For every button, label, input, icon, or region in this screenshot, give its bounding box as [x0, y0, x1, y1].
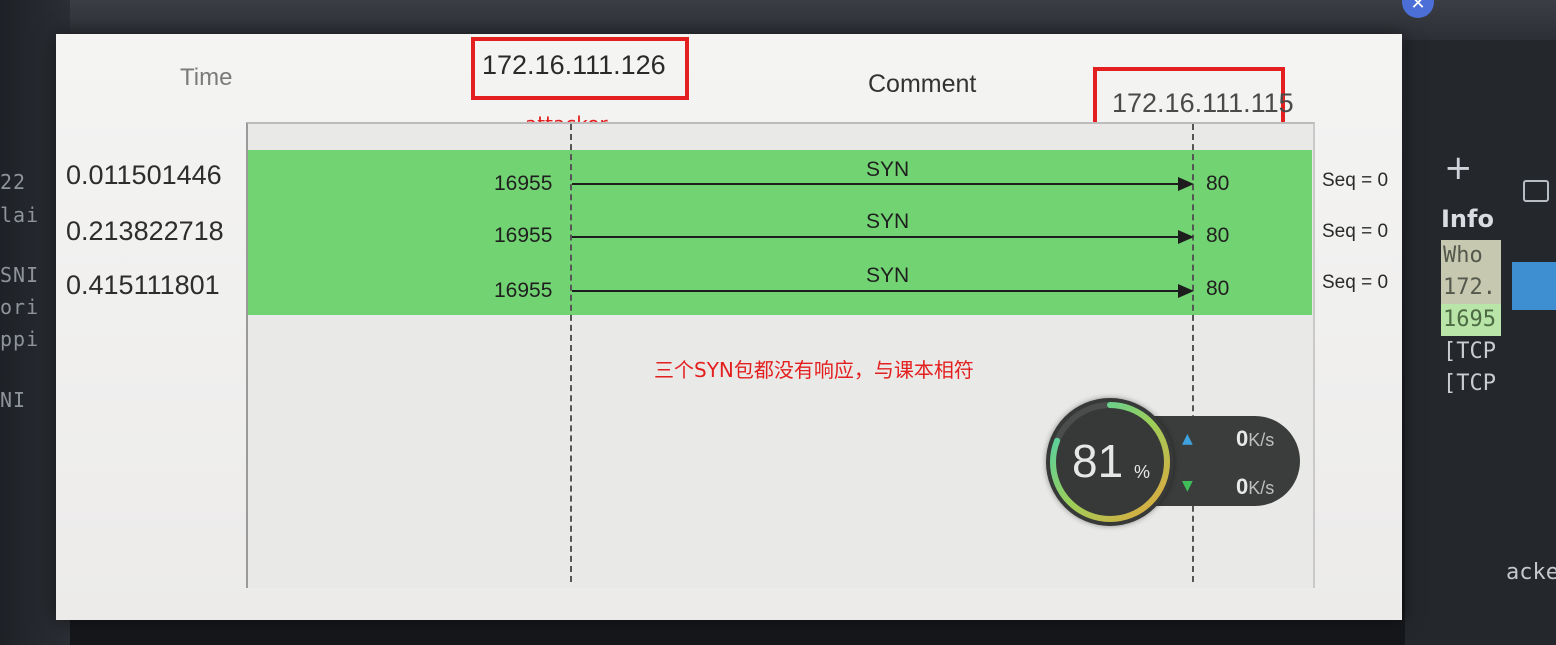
upload-speed: 0K/s — [1236, 426, 1274, 452]
time-column-header: Time — [180, 64, 233, 91]
annotation-note: 三个SYN包都没有响应，与课本相符 — [654, 358, 974, 382]
gauge-percent: 81 — [1072, 435, 1124, 487]
flag-label: SYN — [866, 210, 910, 233]
background-text: lai — [0, 203, 40, 227]
upload-arrow-icon: ▲ — [1182, 431, 1193, 447]
upload-speed-value: 0 — [1236, 426, 1249, 451]
download-arrow-icon: ▼ — [1182, 478, 1193, 494]
monitor-icon[interactable] — [1523, 180, 1549, 202]
download-speed-value: 0 — [1236, 474, 1249, 499]
download-speed-unit: K/s — [1248, 478, 1275, 498]
destination-port: 80 — [1206, 277, 1230, 300]
background-text: ori — [0, 295, 40, 319]
list-item[interactable]: [TCP — [1441, 368, 1501, 400]
row-time[interactable]: 0.213822718 — [66, 216, 224, 247]
packet-arrow[interactable] — [572, 290, 1180, 292]
arrow-head-icon — [1178, 284, 1194, 298]
selection-highlight — [1512, 262, 1556, 310]
row-time[interactable]: 0.415111801 — [66, 270, 220, 301]
source-port: 16955 — [494, 279, 553, 302]
add-icon[interactable]: + — [1444, 148, 1473, 188]
gauge-percent-unit: % — [1134, 462, 1151, 482]
row-comment: Seq = 0 — [1322, 170, 1389, 191]
row-time[interactable]: 0.011501446 — [66, 160, 222, 191]
list-item[interactable]: 1695 — [1441, 304, 1501, 336]
attacker-ip-header: 172.16.111.126 — [482, 50, 666, 80]
download-speed: 0K/s — [1236, 474, 1274, 500]
background-text: acke — [1506, 560, 1556, 585]
arrow-head-icon — [1178, 177, 1194, 191]
source-port: 16955 — [494, 172, 553, 195]
flag-label: SYN — [866, 158, 910, 181]
list-item[interactable]: [TCP — [1441, 336, 1501, 368]
victim-ip-header: 172.16.111.115 — [1112, 88, 1294, 118]
background-text: ppi — [0, 327, 40, 351]
info-column-header[interactable]: Info — [1441, 205, 1494, 233]
attacker-lifeline — [570, 124, 572, 582]
flag-label: SYN — [866, 264, 910, 287]
destination-port: 80 — [1206, 224, 1230, 247]
list-item[interactable]: 172. — [1441, 272, 1501, 304]
packet-arrow[interactable] — [572, 236, 1180, 238]
info-column-list: Who 172. 1695 [TCP [TCP — [1441, 240, 1501, 400]
source-port: 16955 — [494, 224, 553, 247]
upload-speed-unit: K/s — [1248, 430, 1275, 450]
background-text: 22 — [0, 170, 27, 194]
background-text: NI — [0, 388, 27, 412]
destination-port: 80 — [1206, 172, 1230, 195]
comment-column-header: Comment — [868, 70, 977, 98]
packet-arrow[interactable] — [572, 183, 1180, 185]
victim-lifeline — [1192, 124, 1194, 582]
arrow-head-icon — [1178, 230, 1194, 244]
row-comment: Seq = 0 — [1322, 272, 1389, 293]
row-comment: Seq = 0 — [1322, 221, 1389, 242]
list-item[interactable]: Who — [1441, 240, 1501, 272]
background-text: SNI — [0, 263, 40, 287]
